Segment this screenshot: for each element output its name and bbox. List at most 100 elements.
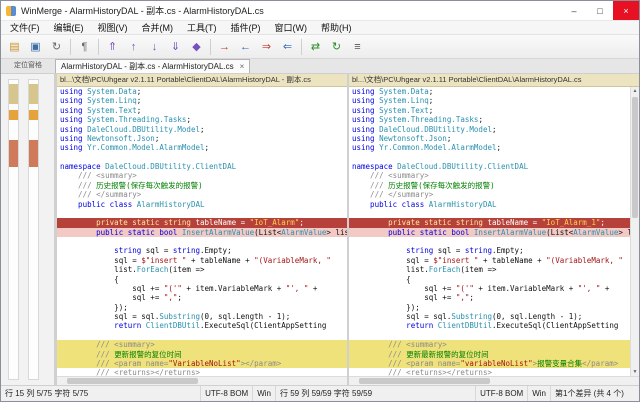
diff-location-mark[interactable] <box>9 140 18 167</box>
maximize-button[interactable]: □ <box>587 1 613 20</box>
right-h-scrollbar[interactable] <box>349 376 639 385</box>
code-line[interactable]: sql = $"insert " + tableName + "(Variabl… <box>57 256 347 265</box>
code-line[interactable]: /// 历史报警(保存每次触发的报警) <box>349 181 639 190</box>
code-line[interactable]: public static bool InsertAlarmValue(List… <box>349 228 639 237</box>
code-line[interactable]: namespace DaleCloud.DBUtility.ClientDAL <box>57 162 347 171</box>
code-line[interactable]: /// <summary> <box>57 171 347 180</box>
right-h-scroll-thumb[interactable] <box>359 378 490 384</box>
code-line[interactable] <box>57 237 347 246</box>
code-line[interactable]: private static string tableName = "IoT_A… <box>349 218 639 227</box>
code-line[interactable]: /// <returns></returns> <box>57 368 347 376</box>
scroll-up-icon[interactable]: ▲ <box>631 87 639 95</box>
scroll-down-icon[interactable]: ▼ <box>631 368 639 376</box>
code-line[interactable]: using Yr.Common.Model.AlarmModel; <box>349 143 639 152</box>
first-diff-icon[interactable]: ⇑ <box>103 37 122 56</box>
code-line[interactable]: sql += "('" + item.VariableMark + "', " … <box>57 284 347 293</box>
code-line[interactable]: list.ForEach(item => <box>349 265 639 274</box>
menu-tools[interactable]: 工具(T) <box>180 21 224 35</box>
code-line[interactable]: using System.Text; <box>57 106 347 115</box>
menu-window[interactable]: 窗口(W) <box>268 21 315 35</box>
code-line[interactable] <box>349 153 639 162</box>
refresh-icon[interactable]: ↻ <box>327 37 346 56</box>
code-line[interactable]: { <box>349 275 639 284</box>
code-line[interactable]: using System.Data; <box>349 87 639 96</box>
code-line[interactable] <box>57 209 347 218</box>
code-line[interactable]: string sql = string.Empty; <box>349 246 639 255</box>
code-line[interactable]: return ClientDBUtil.ExecuteSql(ClientApp… <box>349 321 639 330</box>
code-line[interactable]: /// 历史报警(保存每次触发的报警) <box>57 181 347 190</box>
code-line[interactable]: /// </summary> <box>57 190 347 199</box>
right-file-header[interactable]: bl...\文档\PC\Uhgear v2.1.11 Portable\Clie… <box>349 74 639 87</box>
diff-location-mark[interactable] <box>29 110 38 120</box>
v-scrollbar[interactable]: ▲ ▼ <box>630 87 639 376</box>
code-line[interactable]: using Yr.Common.Model.AlarmModel; <box>57 143 347 152</box>
close-button[interactable]: × <box>613 1 639 20</box>
code-line[interactable]: sql += ","; <box>57 293 347 302</box>
code-line[interactable]: using System.Threading.Tasks; <box>349 115 639 124</box>
code-line[interactable]: }); <box>349 303 639 312</box>
minimize-button[interactable]: – <box>561 1 587 20</box>
diff-location-mark[interactable] <box>29 140 38 167</box>
view-whitespace-icon[interactable]: ¶ <box>75 37 94 56</box>
code-line[interactable]: private static string tableName = "IoT_A… <box>57 218 347 227</box>
copy-all-left-icon[interactable]: ⇐ <box>278 37 297 56</box>
code-line[interactable] <box>349 237 639 246</box>
code-line[interactable]: /// <summary> <box>57 340 347 349</box>
reload-icon[interactable]: ↻ <box>47 37 66 56</box>
document-tab[interactable]: AlarmHistoryDAL - 副本.cs - AlarmHistoryDA… <box>55 59 250 73</box>
code-left[interactable]: using System.Data;using System.Linq;usin… <box>57 87 347 376</box>
code-line[interactable]: /// </summary> <box>349 190 639 199</box>
code-line[interactable]: sql += ","; <box>349 293 639 302</box>
code-line[interactable]: }); <box>57 303 347 312</box>
code-line[interactable]: /// <param name="VariableNoList"></param… <box>57 359 347 368</box>
current-diff-icon[interactable]: ◆ <box>187 37 206 56</box>
code-right[interactable]: using System.Data;using System.Linq;usin… <box>349 87 639 376</box>
next-diff-icon[interactable]: ↓ <box>145 37 164 56</box>
code-line[interactable]: /// 更新最新报警的复位时间 <box>349 350 639 359</box>
tab-close-icon[interactable]: × <box>240 62 245 71</box>
code-line[interactable]: using Newtonsoft.Json; <box>57 134 347 143</box>
code-line[interactable]: /// <returns></returns> <box>349 368 639 376</box>
code-line[interactable]: using System.Threading.Tasks; <box>57 115 347 124</box>
code-line[interactable]: public class AlarmHistoryDAL <box>349 200 639 209</box>
code-line[interactable]: namespace DaleCloud.DBUtility.ClientDAL <box>349 162 639 171</box>
code-line[interactable]: using System.Linq; <box>57 96 347 105</box>
code-line[interactable]: sql = sql.Substring(0, sql.Length - 1); <box>349 312 639 321</box>
copy-left-icon[interactable]: ← <box>236 37 255 56</box>
location-pane[interactable] <box>1 74 55 385</box>
code-line[interactable] <box>57 331 347 340</box>
code-line[interactable]: sql = $"insert " + tableName + "(Variabl… <box>349 256 639 265</box>
save-icon[interactable]: ▣ <box>26 37 45 56</box>
code-line[interactable]: /// <summary> <box>349 340 639 349</box>
code-line[interactable]: using Newtonsoft.Json; <box>349 134 639 143</box>
code-line[interactable]: using System.Text; <box>349 106 639 115</box>
code-line[interactable]: public static bool InsertAlarmValue(List… <box>57 228 347 237</box>
code-line[interactable]: using System.Linq; <box>349 96 639 105</box>
left-h-scrollbar[interactable] <box>57 376 347 385</box>
last-diff-icon[interactable]: ⇓ <box>166 37 185 56</box>
options-icon[interactable]: ≡ <box>348 37 367 56</box>
code-line[interactable]: using DaleCloud.DBUtility.Model; <box>57 125 347 134</box>
v-scroll-thumb[interactable] <box>632 97 638 218</box>
code-line[interactable]: /// <summary> <box>349 171 639 180</box>
code-line[interactable]: sql = sql.Substring(0, sql.Length - 1); <box>57 312 347 321</box>
menu-edit[interactable]: 编辑(E) <box>47 21 91 35</box>
code-line[interactable]: return ClientDBUtil.ExecuteSql(ClientApp… <box>57 321 347 330</box>
menu-plugins[interactable]: 插件(P) <box>224 21 268 35</box>
diff-location-mark[interactable] <box>29 84 38 103</box>
code-line[interactable] <box>57 153 347 162</box>
copy-all-right-icon[interactable]: ⇒ <box>257 37 276 56</box>
code-line[interactable] <box>349 209 639 218</box>
left-h-scroll-thumb[interactable] <box>67 378 198 384</box>
code-line[interactable]: string sql = string.Empty; <box>57 246 347 255</box>
menu-help[interactable]: 帮助(H) <box>314 21 359 35</box>
code-line[interactable]: /// 更新报警的复位时间 <box>57 350 347 359</box>
copy-right-icon[interactable]: → <box>215 37 234 56</box>
diff-location-mark[interactable] <box>9 110 18 120</box>
code-line[interactable]: { <box>57 275 347 284</box>
code-line[interactable]: using DaleCloud.DBUtility.Model; <box>349 125 639 134</box>
open-icon[interactable]: ▤ <box>5 37 24 56</box>
auto-merge-icon[interactable]: ⇄ <box>306 37 325 56</box>
left-file-header[interactable]: bl...\文档\PC\Uhgear v2.1.11 Portable\Clie… <box>57 74 347 87</box>
prev-diff-icon[interactable]: ↑ <box>124 37 143 56</box>
